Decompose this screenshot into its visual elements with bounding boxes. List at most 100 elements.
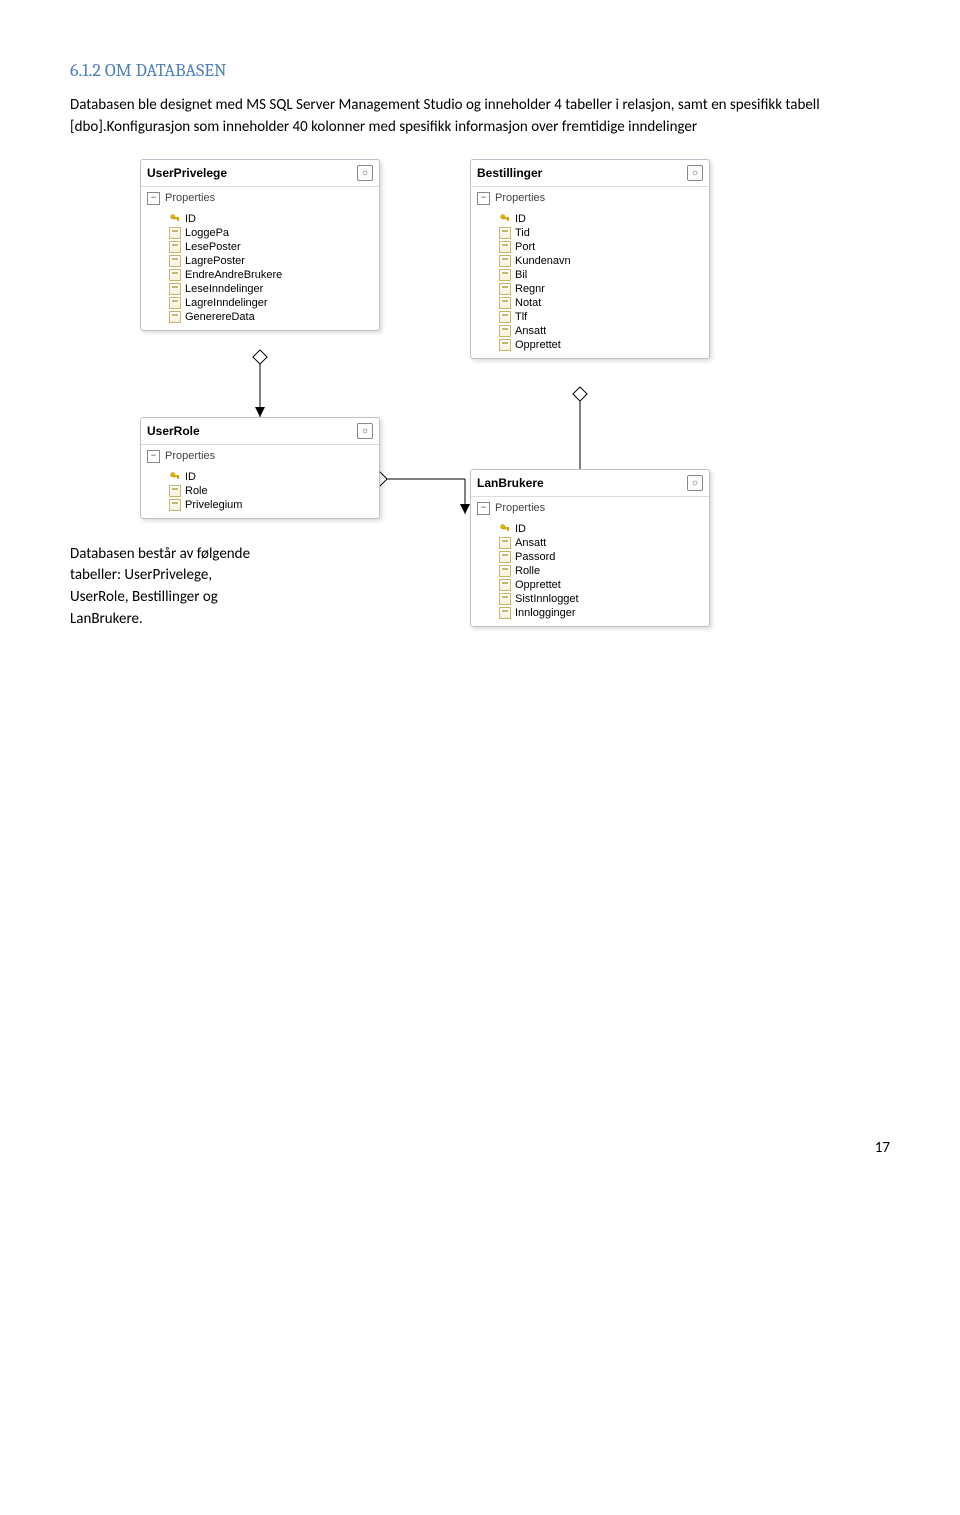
primary-key-icon	[169, 471, 181, 483]
column-name: ID	[185, 213, 196, 225]
column-name: Innlogginger	[515, 607, 576, 619]
column-row: Opprettet	[499, 338, 709, 352]
column-row: Opprettet	[499, 578, 709, 592]
column-name: EndreAndreBrukere	[185, 269, 282, 281]
db-diagram: UserPrivelege ☼ − Properties ID LoggePa Le…	[120, 159, 760, 719]
column-icon	[499, 565, 511, 577]
column-name: LagrePoster	[185, 255, 245, 267]
page-number: 17	[70, 1139, 890, 1157]
table-title: UserRole	[147, 424, 200, 438]
column-row: LagreInndelinger	[169, 296, 379, 310]
column-icon	[499, 551, 511, 563]
column-row: Port	[499, 240, 709, 254]
column-name: Notat	[515, 297, 541, 309]
column-icon	[499, 297, 511, 309]
column-name: SistInnlogget	[515, 593, 579, 605]
column-row: EndreAndreBrukere	[169, 268, 379, 282]
column-row: ID	[499, 522, 709, 536]
column-name: Bil	[515, 269, 527, 281]
column-name: LeseInndelinger	[185, 283, 263, 295]
column-row: SistInnlogget	[499, 592, 709, 606]
primary-key-icon	[499, 213, 511, 225]
column-row: Privelegium	[169, 498, 379, 512]
column-row: Bil	[499, 268, 709, 282]
column-icon	[169, 227, 181, 239]
column-row: Ansatt	[499, 324, 709, 338]
column-icon	[169, 255, 181, 267]
collapse-icon[interactable]: ☼	[357, 423, 373, 439]
column-row: LeseInndelinger	[169, 282, 379, 296]
column-name: Ansatt	[515, 537, 546, 549]
paragraph-intro: Databasen ble designet med MS SQL Server…	[70, 95, 890, 139]
section-toggle[interactable]: −	[147, 192, 160, 205]
column-row: Innlogginger	[499, 606, 709, 620]
column-row: ID	[169, 212, 379, 226]
column-list: ID Role Privelegium	[141, 468, 379, 518]
table-title: Bestillinger	[477, 166, 542, 180]
column-name: ID	[185, 471, 196, 483]
column-icon	[499, 537, 511, 549]
properties-label: Properties	[165, 450, 215, 462]
column-name: LesePoster	[185, 241, 241, 253]
column-name: LoggePa	[185, 227, 229, 239]
column-row: LoggePa	[169, 226, 379, 240]
column-icon	[169, 311, 181, 323]
column-list: ID Ansatt Passord Rolle Opprettet SistInnlogg…	[471, 520, 709, 626]
side-description: Databasen består av følgende tabeller: U…	[70, 544, 260, 631]
column-name: Rolle	[515, 565, 540, 577]
column-name: Tid	[515, 227, 530, 239]
collapse-icon[interactable]: ☼	[687, 475, 703, 491]
table-title: LanBrukere	[477, 476, 544, 490]
column-icon	[169, 241, 181, 253]
collapse-icon[interactable]: ☼	[357, 165, 373, 181]
column-row: GenerereData	[169, 310, 379, 324]
properties-label: Properties	[495, 502, 545, 514]
column-name: Ansatt	[515, 325, 546, 337]
column-name: Privelegium	[185, 499, 242, 511]
column-row: Notat	[499, 296, 709, 310]
column-row: Tlf	[499, 310, 709, 324]
column-icon	[169, 283, 181, 295]
column-name: Opprettet	[515, 339, 561, 351]
column-icon	[169, 485, 181, 497]
collapse-icon[interactable]: ☼	[687, 165, 703, 181]
section-toggle[interactable]: −	[477, 502, 490, 515]
column-row: LesePoster	[169, 240, 379, 254]
column-icon	[499, 283, 511, 295]
column-icon	[499, 607, 511, 619]
primary-key-icon	[169, 213, 181, 225]
column-row: ID	[169, 470, 379, 484]
column-icon	[169, 269, 181, 281]
column-row: LagrePoster	[169, 254, 379, 268]
table-userrole: UserRole ☼ − Properties ID Role Privelegiu…	[140, 417, 380, 519]
column-row: Kundenavn	[499, 254, 709, 268]
column-row: Role	[169, 484, 379, 498]
column-row: Ansatt	[499, 536, 709, 550]
column-icon	[499, 579, 511, 591]
column-name: GenerereData	[185, 311, 255, 323]
column-name: Opprettet	[515, 579, 561, 591]
column-name: Kundenavn	[515, 255, 571, 267]
column-row: Passord	[499, 550, 709, 564]
column-name: Passord	[515, 551, 555, 563]
section-heading: 6.1.2 OM DATABASEN	[70, 60, 890, 81]
properties-label: Properties	[495, 192, 545, 204]
column-icon	[499, 227, 511, 239]
column-list: ID LoggePa LesePoster LagrePoster EndreAndre…	[141, 210, 379, 330]
column-name: Tlf	[515, 311, 527, 323]
column-row: Tid	[499, 226, 709, 240]
table-title: UserPrivelege	[147, 166, 227, 180]
column-icon	[169, 499, 181, 511]
column-icon	[499, 241, 511, 253]
column-icon	[499, 593, 511, 605]
column-icon	[499, 325, 511, 337]
column-list: IDTidPortKundenavnBilRegnrNotatTlfAnsatt…	[471, 210, 709, 358]
column-name: ID	[515, 523, 526, 535]
section-toggle[interactable]: −	[477, 192, 490, 205]
column-name: Role	[185, 485, 208, 497]
column-row: Rolle	[499, 564, 709, 578]
column-name: ID	[515, 213, 526, 225]
section-toggle[interactable]: −	[147, 450, 160, 463]
column-icon	[499, 255, 511, 267]
column-icon	[499, 311, 511, 323]
